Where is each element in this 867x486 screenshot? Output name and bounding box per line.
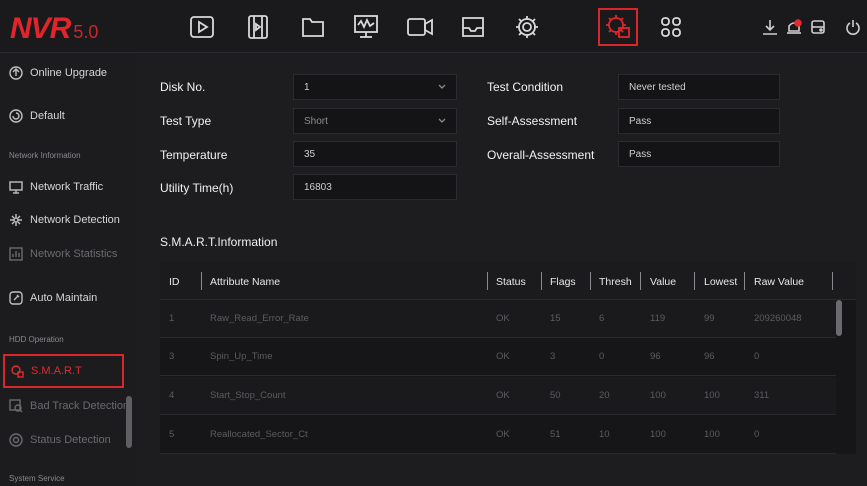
bad-track-icon <box>9 399 23 413</box>
sidebar-item-bad-track-detection[interactable]: Bad Track Detection <box>0 389 136 423</box>
video-clip-icon[interactable] <box>238 8 278 46</box>
sidebar-item-online-upgrade[interactable]: Online Upgrade <box>0 56 136 90</box>
monitor-icon <box>9 180 23 194</box>
inbox-icon[interactable] <box>453 8 493 46</box>
temperature-field: 35 <box>293 141 457 167</box>
col-divider <box>694 272 695 290</box>
self-assessment-field: Pass <box>618 108 780 134</box>
network-icon <box>9 213 23 227</box>
table-row[interactable]: 1 Raw_Read_Error_Rate OK 15 6 119 99 209… <box>160 300 836 338</box>
sidebar-item-network-statistics[interactable]: Network Statistics <box>0 237 136 271</box>
sidebar-item-default[interactable]: Default <box>0 99 136 133</box>
top-bar: NVR 5.0 <box>0 0 867 53</box>
chevron-down-icon <box>438 82 446 90</box>
sidebar-item-status-detection[interactable]: Status Detection <box>0 423 136 457</box>
playback-icon[interactable] <box>182 8 222 46</box>
table-scrollbar[interactable] <box>836 300 842 336</box>
storage-icon[interactable] <box>807 16 829 38</box>
utility-time-label: Utility Time(h) <box>160 181 234 195</box>
power-icon[interactable] <box>842 16 864 38</box>
system-settings-icon[interactable] <box>598 8 638 46</box>
disk-no-label: Disk No. <box>160 80 206 94</box>
monitor-icon[interactable] <box>346 8 386 46</box>
col-status: Status <box>496 276 526 288</box>
smart-information-title: S.M.A.R.T.Information <box>160 235 278 249</box>
sidebar-item-smart[interactable]: S.M.A.R.T <box>3 354 124 388</box>
table-row[interactable]: 4 Start_Stop_Count OK 50 20 100 100 311 <box>160 377 836 415</box>
sidebar-scrollbar[interactable] <box>126 396 132 448</box>
folder-icon[interactable] <box>293 8 333 46</box>
statistics-icon <box>9 247 23 261</box>
default-icon <box>9 109 23 123</box>
col-divider <box>640 272 641 290</box>
col-attribute-name: Attribute Name <box>210 276 281 288</box>
table-header: ID Attribute Name Status Flags Thresh Va… <box>160 262 856 300</box>
chevron-down-icon <box>438 116 446 124</box>
col-thresh: Thresh <box>599 276 632 288</box>
temperature-label: Temperature <box>160 148 228 162</box>
test-condition-field: Never tested <box>618 74 780 100</box>
self-assessment-label: Self-Assessment <box>487 114 578 128</box>
col-flags: Flags <box>550 276 576 288</box>
sidebar-item-network-traffic[interactable]: Network Traffic <box>0 170 136 204</box>
sidebar-item-network-detection[interactable]: Network Detection <box>0 203 136 237</box>
camera-icon[interactable] <box>400 8 440 46</box>
col-divider <box>201 272 202 290</box>
alarm-icon[interactable] <box>783 16 805 38</box>
sidebar: Online Upgrade Default Network Informati… <box>0 54 136 486</box>
col-divider <box>744 272 745 290</box>
disk-no-select[interactable]: 1 <box>293 74 457 100</box>
smart-icon <box>10 364 24 378</box>
overall-assessment-label: Overall-Assessment <box>487 148 595 162</box>
utility-time-field: 16803 <box>293 174 457 200</box>
maintain-icon <box>9 291 23 305</box>
sidebar-section-hdd-operation: HDD Operation <box>9 335 64 344</box>
col-divider <box>590 272 591 290</box>
download-icon[interactable] <box>759 16 781 38</box>
table-row[interactable]: 5 Reallocated_Sector_Ct OK 51 10 100 100… <box>160 416 836 454</box>
sidebar-section-network-information: Network Information <box>9 151 81 160</box>
table-row[interactable]: 3 Spin_Up_Time OK 3 0 96 96 0 <box>160 338 836 376</box>
test-condition-label: Test Condition <box>487 80 564 94</box>
col-lowest: Lowest <box>704 276 738 288</box>
grid-apps-icon[interactable] <box>651 8 691 46</box>
test-type-select[interactable]: Short <box>293 108 457 134</box>
upgrade-icon <box>9 66 23 80</box>
col-raw-value: Raw Value <box>754 276 804 288</box>
col-id: ID <box>169 276 180 288</box>
logo: NVR 5.0 <box>10 12 99 45</box>
overall-assessment-field: Pass <box>618 141 780 167</box>
sidebar-item-auto-maintain[interactable]: Auto Maintain <box>0 281 136 315</box>
status-icon <box>9 433 23 447</box>
settings-gear-icon[interactable] <box>507 8 547 46</box>
test-type-label: Test Type <box>160 114 212 128</box>
table-body: 1 Raw_Read_Error_Rate OK 15 6 119 99 209… <box>160 300 836 454</box>
smart-table: ID Attribute Name Status Flags Thresh Va… <box>160 262 856 454</box>
sidebar-section-system-service: System Service <box>9 474 65 483</box>
col-divider <box>487 272 488 290</box>
col-divider <box>541 272 542 290</box>
col-value: Value <box>650 276 677 288</box>
col-divider <box>832 272 833 290</box>
